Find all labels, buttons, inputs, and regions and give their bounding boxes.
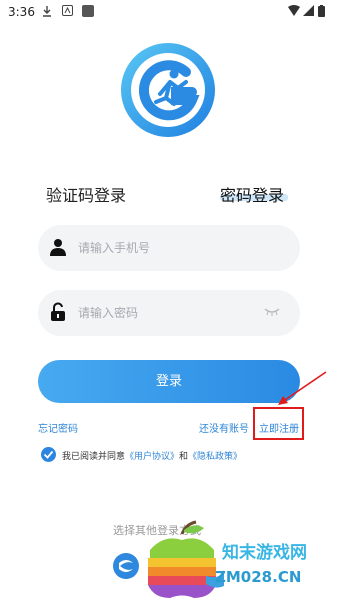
agreement-and: 和 bbox=[179, 452, 189, 462]
app-notification-icon bbox=[62, 5, 73, 16]
china-mobile-icon bbox=[119, 560, 133, 572]
phone-placeholder: 请输入手机号 bbox=[78, 241, 151, 255]
status-bar: 3:36 bbox=[0, 0, 337, 24]
privacy-policy-link[interactable]: 《隐私政策》 bbox=[188, 452, 242, 462]
agreement-prefix: 我已阅读并同意 bbox=[62, 452, 126, 462]
watermark-site-url: ZM028.CN bbox=[215, 568, 302, 586]
login-button[interactable]: 登录 bbox=[38, 360, 300, 403]
app-notification-icon-2 bbox=[82, 5, 94, 17]
forgot-password-link[interactable]: 忘记密码 bbox=[38, 420, 78, 435]
download-icon bbox=[43, 6, 51, 17]
china-mobile-login-button[interactable] bbox=[113, 553, 139, 579]
agree-checkbox[interactable] bbox=[41, 447, 56, 462]
checkmark-icon bbox=[43, 450, 54, 459]
tab-password-login[interactable]: 密码登录 bbox=[220, 182, 284, 206]
wifi-icon bbox=[288, 5, 300, 16]
password-placeholder: 请输入密码 bbox=[78, 306, 139, 320]
watermark-site-name: 知末游戏网 bbox=[222, 543, 307, 563]
no-account-label: 还没有账号 bbox=[199, 424, 249, 435]
phone-field[interactable]: 请输入手机号 bbox=[38, 225, 300, 271]
password-field[interactable]: 请输入密码 bbox=[38, 290, 300, 336]
user-icon bbox=[50, 239, 66, 256]
agreement-text: 我已阅读并同意《用户协议》和《隐私政策》 bbox=[62, 449, 242, 462]
watermark-logo bbox=[148, 520, 224, 598]
battery-icon bbox=[318, 5, 325, 17]
tab-sms-login[interactable]: 验证码登录 bbox=[46, 182, 126, 206]
app-logo bbox=[121, 43, 215, 137]
eye-closed-icon[interactable] bbox=[264, 308, 280, 316]
cellular-signal-icon bbox=[303, 5, 314, 16]
user-agreement-link[interactable]: 《用户协议》 bbox=[125, 452, 179, 462]
annotation-arrow bbox=[278, 371, 327, 405]
status-time: 3:36 bbox=[8, 5, 35, 19]
unlock-icon bbox=[51, 302, 65, 321]
